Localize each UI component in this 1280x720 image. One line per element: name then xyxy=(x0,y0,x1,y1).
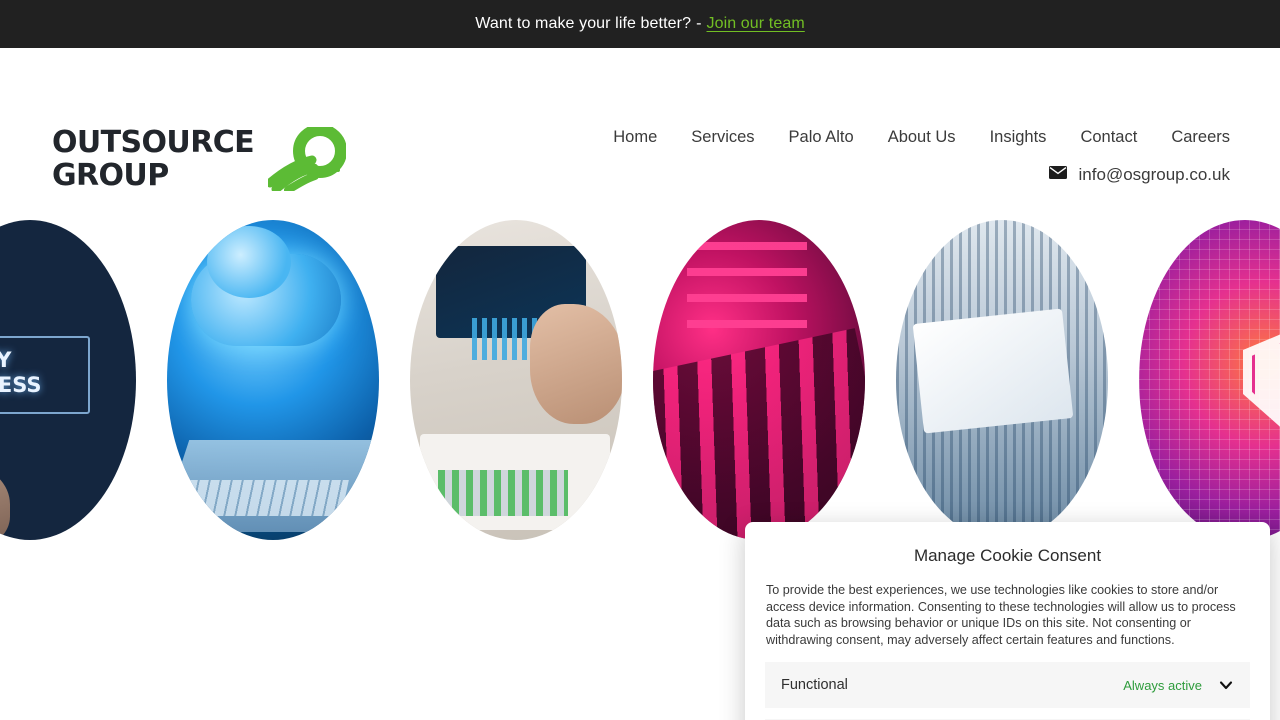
chevron-down-icon[interactable] xyxy=(1218,677,1234,693)
report-paper-graphic xyxy=(420,434,610,530)
cookie-consent-title: Manage Cookie Consent xyxy=(913,546,1102,565)
carousel-tile-pink-keyboard[interactable] xyxy=(653,220,865,540)
keyboard-keys-graphic xyxy=(653,328,865,540)
carousel-tile-data-analytics-desk[interactable] xyxy=(410,220,622,540)
main-navigation: Home Services Palo Alto About Us Insight… xyxy=(613,128,1230,147)
hand-graphic xyxy=(0,466,10,540)
hero-section: SECURITY AWARENESS MANAGED SECURITY SE C xyxy=(0,220,1280,720)
carousel-tile-documents-data[interactable] xyxy=(896,220,1108,540)
nav-item-home[interactable]: Home xyxy=(613,128,657,147)
nav-item-palo-alto[interactable]: Palo Alto xyxy=(789,128,854,147)
nav-item-careers[interactable]: Careers xyxy=(1171,128,1230,147)
keyboard-graphic xyxy=(181,480,349,516)
cookie-consent-dialog: Manage Cookie Consent To provide the bes… xyxy=(745,522,1270,720)
carousel-tile-cyber-shield[interactable] xyxy=(1139,220,1280,540)
cookie-consent-description: To provide the best experiences, we use … xyxy=(766,583,1236,647)
logo-text: OUTSOURCE GROUP xyxy=(52,125,255,193)
consent-label-functional: Functional xyxy=(781,677,848,693)
carousel-tile-cloud-laptop[interactable] xyxy=(167,220,379,540)
announcement-dash: - xyxy=(696,15,702,32)
paper-chart-graphic xyxy=(438,470,568,516)
join-our-team-link[interactable]: Join our team xyxy=(707,15,805,33)
security-awareness-caption: SECURITY AWARENESS xyxy=(0,348,42,397)
nav-item-insights[interactable]: Insights xyxy=(990,128,1047,147)
carousel-tile-security-awareness[interactable]: SECURITY AWARENESS xyxy=(0,220,136,540)
logo-line-2: GROUP xyxy=(52,158,169,193)
site-logo[interactable]: OUTSOURCE GROUP xyxy=(52,124,348,194)
nav-item-contact[interactable]: Contact xyxy=(1080,128,1137,147)
nav-item-about-us[interactable]: About Us xyxy=(888,128,956,147)
header-contact: info@osgroup.co.uk xyxy=(1048,165,1230,185)
hero-image-carousel[interactable]: SECURITY AWARENESS xyxy=(0,220,1280,550)
hands-graphic xyxy=(530,304,622,424)
cloud-graphic xyxy=(191,226,341,346)
contact-email-link[interactable]: info@osgroup.co.uk xyxy=(1079,165,1230,185)
consent-row-functional[interactable]: Functional Always active xyxy=(765,662,1250,708)
code-glyphs-graphic xyxy=(687,242,807,338)
envelope-icon xyxy=(1048,166,1067,184)
announcement-bar: Want to make your life better? - Join ou… xyxy=(0,0,1280,48)
functional-always-active-status: Always active xyxy=(1123,677,1202,693)
nav-item-services[interactable]: Services xyxy=(691,128,754,147)
logo-line-1: OUTSOURCE xyxy=(52,125,255,160)
outsource-group-swoosh-icon xyxy=(265,124,348,194)
document-card-graphic xyxy=(912,308,1074,434)
site-header: OUTSOURCE GROUP Home Services Palo Alto … xyxy=(0,48,1280,220)
announcement-text: Want to make your life better? xyxy=(475,15,692,32)
